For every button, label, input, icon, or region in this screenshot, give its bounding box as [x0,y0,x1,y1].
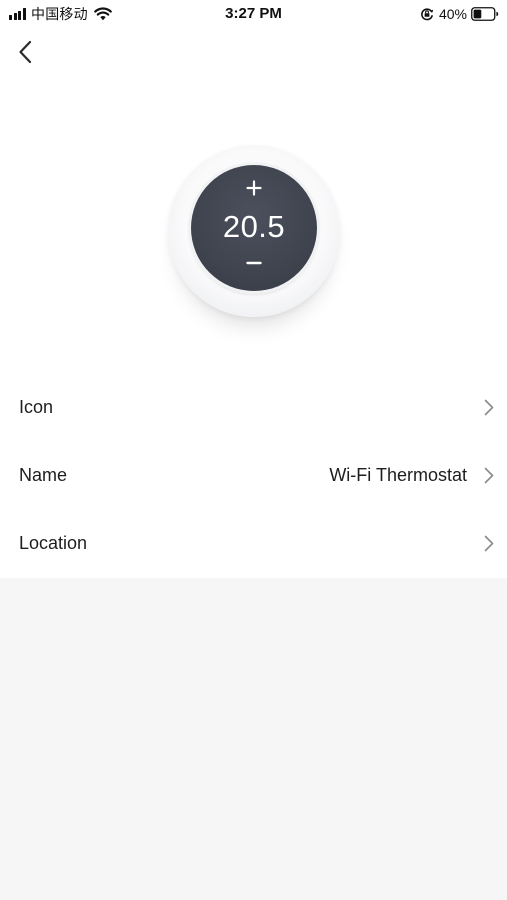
decrease-temperature-button[interactable] [239,251,269,275]
battery-percent: 40% [438,6,467,22]
settings-list: Icon Name Wi-Fi Thermostat Location [0,373,507,577]
settings-row-location[interactable]: Location [0,509,507,577]
increase-temperature-button[interactable] [239,175,269,201]
status-right: 40% [420,5,499,23]
status-bar: 中国移动 3:27 PM 40% [0,0,507,28]
orientation-lock-icon [421,8,434,21]
battery-icon [471,7,499,21]
content-panel: 中国移动 3:27 PM 40% 20.5 Icon Name Wi-Fi Th… [0,0,507,578]
settings-row-label: Location [19,533,88,553]
settings-row-value: Wi-Fi Thermostat [329,465,467,485]
chevron-right-icon [484,535,494,552]
settings-row-label: Name [19,465,68,485]
back-button[interactable] [12,38,38,66]
chevron-right-icon [484,399,494,416]
minus-icon [246,261,262,265]
settings-row-icon[interactable]: Icon [0,373,507,441]
plus-icon [246,180,262,196]
settings-row-name[interactable]: Name Wi-Fi Thermostat [0,441,507,509]
temperature-value: 20.5 [222,209,286,244]
thermostat-display: 20.5 [191,165,317,291]
chevron-left-icon [19,40,32,64]
chevron-right-icon [484,467,494,484]
thermostat-device: 20.5 [168,145,340,317]
settings-row-label: Icon [19,397,54,417]
